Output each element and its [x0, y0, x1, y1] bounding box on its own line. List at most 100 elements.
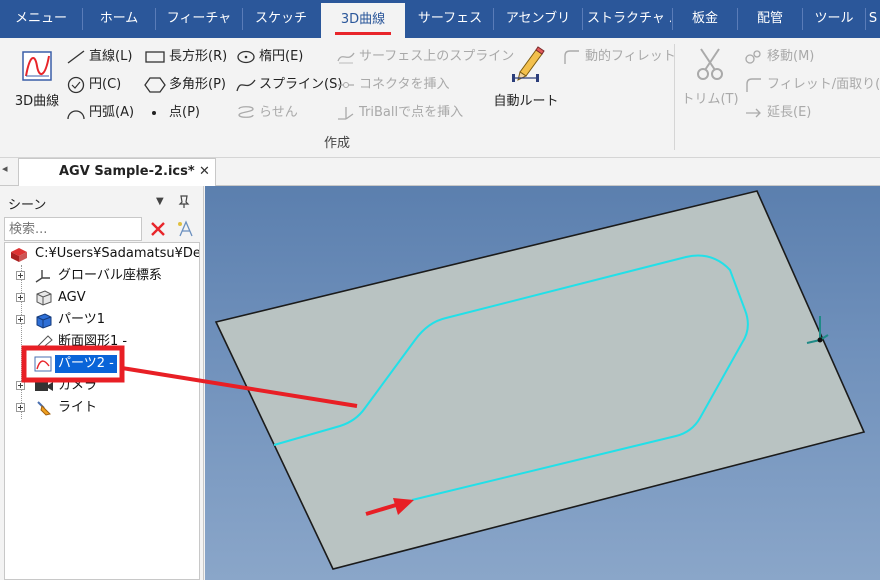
point-icon [152, 111, 156, 115]
tree-label: パーツ1 [58, 312, 106, 327]
dynamic-fillet-label: 動的フィレット [585, 49, 676, 64]
move-button[interactable]: 移動(M) [744, 46, 814, 68]
auto-route-button[interactable]: 自動ルート [490, 44, 562, 109]
trim-label: トリム(T) [681, 92, 739, 107]
3d-curve-icon [22, 51, 52, 81]
expand-icon[interactable] [16, 403, 25, 412]
search-filter-icon[interactable] [176, 220, 196, 238]
axes-icon [35, 270, 50, 283]
tree-row-section-shape[interactable]: 断面図形1 - [5, 331, 199, 353]
spline-icon [236, 79, 256, 92]
clear-search-icon[interactable] [150, 221, 166, 237]
expand-icon[interactable] [16, 315, 25, 324]
line-icon [67, 50, 85, 64]
rectangle-label: 長方形(R) [169, 49, 228, 64]
point-button[interactable]: 点(P) [144, 102, 200, 124]
dynamic-fillet-button[interactable]: 動的フィレット [562, 46, 676, 68]
tree-row-camera[interactable]: カメラ [5, 375, 199, 397]
ellipse-icon [237, 50, 255, 64]
3d-curve-big-button[interactable]: 3D曲線 [8, 50, 66, 109]
tab-tools[interactable]: ツール [803, 0, 865, 38]
ellipse-label: 楕円(E) [259, 49, 304, 64]
tree-label: ライト [58, 400, 98, 415]
polygon-icon [144, 77, 166, 93]
move-label: 移動(M) [767, 49, 815, 64]
ribbon: 3D曲線 直線(L) 円(C) 円弧(A) 長方形(R) 多角形(P) 点(P) [0, 38, 880, 158]
curve-part-icon [34, 356, 52, 372]
spline-label: スプライン(S) [259, 77, 343, 92]
3d-viewport[interactable] [205, 186, 880, 580]
tree-row-light[interactable]: ライト [5, 397, 199, 419]
viewport-scene [214, 190, 866, 570]
tree-row-global-axes[interactable]: グローバル座標系 [5, 265, 199, 287]
tab-3d-curve[interactable]: 3D曲線 [321, 3, 405, 38]
extend-button[interactable]: 延長(E) [744, 102, 811, 124]
tab-sheet-metal[interactable]: 板金 [673, 0, 737, 38]
auto-route-label: 自動ルート [493, 94, 559, 109]
helix-button[interactable]: らせん [236, 102, 298, 124]
triball-icon [338, 107, 354, 120]
tab-assembly[interactable]: アセンブリ [494, 0, 582, 38]
arc-button[interactable]: 円弧(A) [66, 102, 134, 124]
triball-point-button[interactable]: TriBallで点を挿入 [336, 102, 463, 124]
tab-scroll-left-icon[interactable]: ◂ [2, 162, 8, 175]
fillet-chamfer-label: フィレット/面取り(F) [767, 77, 880, 92]
polygon-label: 多角形(P) [169, 77, 226, 92]
surface-spline-icon [337, 52, 355, 64]
line-label: 直線(L) [89, 49, 133, 64]
triball-point-label: TriBallで点を挿入 [359, 105, 464, 120]
search-input[interactable] [4, 217, 142, 241]
helix-icon [238, 106, 254, 118]
polygon-button[interactable]: 多角形(P) [144, 74, 226, 96]
spline-button[interactable]: スプライン(S) [236, 74, 342, 96]
tree-label-selected: パーツ2 - [55, 355, 117, 373]
tab-piping[interactable]: 配管 [738, 0, 802, 38]
pin-icon[interactable] [178, 195, 190, 209]
tree-label: AGV [58, 290, 86, 305]
tree-row-agv[interactable]: AGV [5, 287, 199, 309]
circle-button[interactable]: 円(C) [66, 74, 121, 96]
expand-icon[interactable] [16, 293, 25, 302]
tab-menu[interactable]: メニュー [0, 0, 82, 38]
tab-sketch[interactable]: スケッチ [243, 0, 319, 38]
tree-row-part2[interactable]: パーツ2 - [5, 353, 199, 375]
tab-structure-part[interactable]: ストラクチャ パー [583, 0, 671, 38]
tree-label: 断面図形1 - [58, 334, 128, 349]
pencil-route-icon [512, 46, 545, 82]
tab-feature[interactable]: フィーチャ [156, 0, 242, 38]
3d-curve-label: 3D曲線 [14, 94, 60, 109]
assembly-icon [36, 290, 52, 306]
tab-surface[interactable]: サーフェス [407, 0, 493, 38]
document-tab-bar: ◂ AGV Sample-2.ics* ✕ [0, 158, 880, 186]
ellipse-button[interactable]: 楕円(E) [236, 46, 303, 68]
fillet-chamfer-button[interactable]: フィレット/面取り(F) [744, 74, 880, 96]
ribbon-group-divider [674, 44, 675, 150]
point-label: 点(P) [169, 105, 200, 120]
document-tab[interactable]: AGV Sample-2.ics* ✕ [18, 158, 216, 186]
plate-surface[interactable] [214, 190, 866, 570]
trim-button[interactable]: トリム(T) [680, 46, 740, 107]
surface-spline-button[interactable]: サーフェス上のスプライン [336, 46, 514, 68]
expand-icon[interactable] [16, 271, 25, 280]
tab-overflow[interactable]: S [866, 0, 880, 38]
tree-row-part1[interactable]: パーツ1 [5, 309, 199, 331]
chevron-down-icon[interactable]: ▼ [156, 196, 164, 207]
insert-connector-button[interactable]: コネクタを挿入 [336, 74, 449, 96]
line-button[interactable]: 直線(L) [66, 46, 132, 68]
move-icon [745, 50, 761, 64]
light-icon [37, 401, 51, 416]
tab-home[interactable]: ホーム [83, 0, 155, 38]
rectangle-button[interactable]: 長方形(R) [144, 46, 227, 68]
tree-label: グローバル座標系 [58, 268, 162, 283]
section-icon [35, 335, 53, 350]
expand-icon[interactable] [16, 381, 25, 390]
insert-connector-label: コネクタを挿入 [359, 77, 450, 92]
group-label-create: 作成 [324, 136, 351, 151]
close-icon[interactable]: ✕ [199, 164, 210, 179]
arc-label: 円弧(A) [89, 105, 135, 120]
scene-panel: シーン ▼ C:¥Users¥Sadamatsu¥De グローバル座標系 AGV [0, 186, 204, 580]
helix-label: らせん [259, 105, 298, 120]
circle-label: 円(C) [89, 77, 122, 92]
arc-icon [67, 110, 85, 120]
connector-icon [338, 82, 354, 88]
